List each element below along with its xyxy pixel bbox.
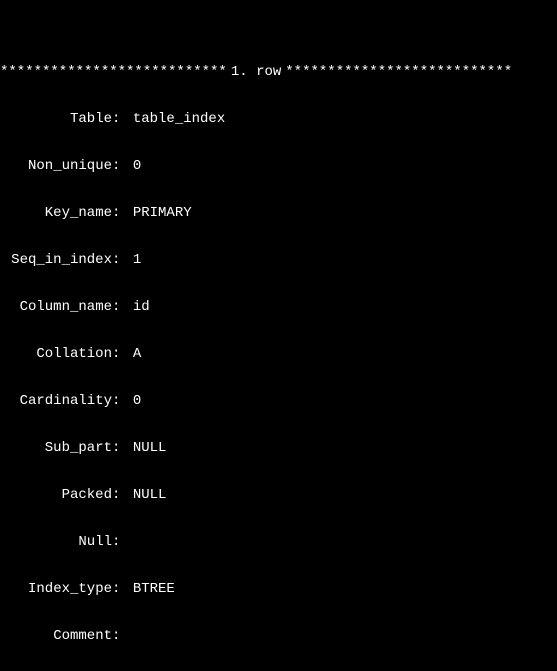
stars-left: ***************************: [0, 65, 227, 81]
field-value: PRIMARY: [133, 206, 192, 222]
field-value: id: [133, 300, 150, 316]
field-value: NULL: [133, 488, 167, 504]
field-value: NULL: [133, 441, 167, 457]
field-label: Comment: [0, 629, 112, 645]
field-row: Key_name: PRIMARY: [0, 206, 557, 222]
field-value: table_index: [133, 112, 225, 128]
field-row: Sub_part: NULL: [0, 441, 557, 457]
field-label: Packed: [0, 488, 112, 504]
field-label: Null: [0, 535, 112, 551]
field-label: Collation: [0, 347, 112, 363]
field-label: Table: [0, 112, 112, 128]
stars-right: ***************************: [285, 65, 512, 81]
field-label: Column_name: [0, 300, 112, 316]
terminal-output: *************************** 1. row *****…: [0, 0, 557, 671]
field-label: Cardinality: [0, 394, 112, 410]
field-label: Non_unique: [0, 159, 112, 175]
field-label: Seq_in_index: [0, 253, 112, 269]
row-number: 1. row: [227, 65, 285, 81]
field-row: Seq_in_index: 1: [0, 253, 557, 269]
field-label: Key_name: [0, 206, 112, 222]
field-value: BTREE: [133, 582, 175, 598]
field-row: Packed: NULL: [0, 488, 557, 504]
field-value: 0: [133, 394, 141, 410]
field-row: Collation: A: [0, 347, 557, 363]
field-row: Table: table_index: [0, 112, 557, 128]
field-label: Index_type: [0, 582, 112, 598]
field-row: Null:: [0, 535, 557, 551]
field-row: Comment:: [0, 629, 557, 645]
field-value: 0: [133, 159, 141, 175]
field-row: Non_unique: 0: [0, 159, 557, 175]
field-value: 1: [133, 253, 141, 269]
field-row: Cardinality: 0: [0, 394, 557, 410]
field-value: A: [133, 347, 141, 363]
field-row: Index_type: BTREE: [0, 582, 557, 598]
row-separator: *************************** 1. row *****…: [0, 65, 557, 81]
field-row: Column_name: id: [0, 300, 557, 316]
field-label: Sub_part: [0, 441, 112, 457]
